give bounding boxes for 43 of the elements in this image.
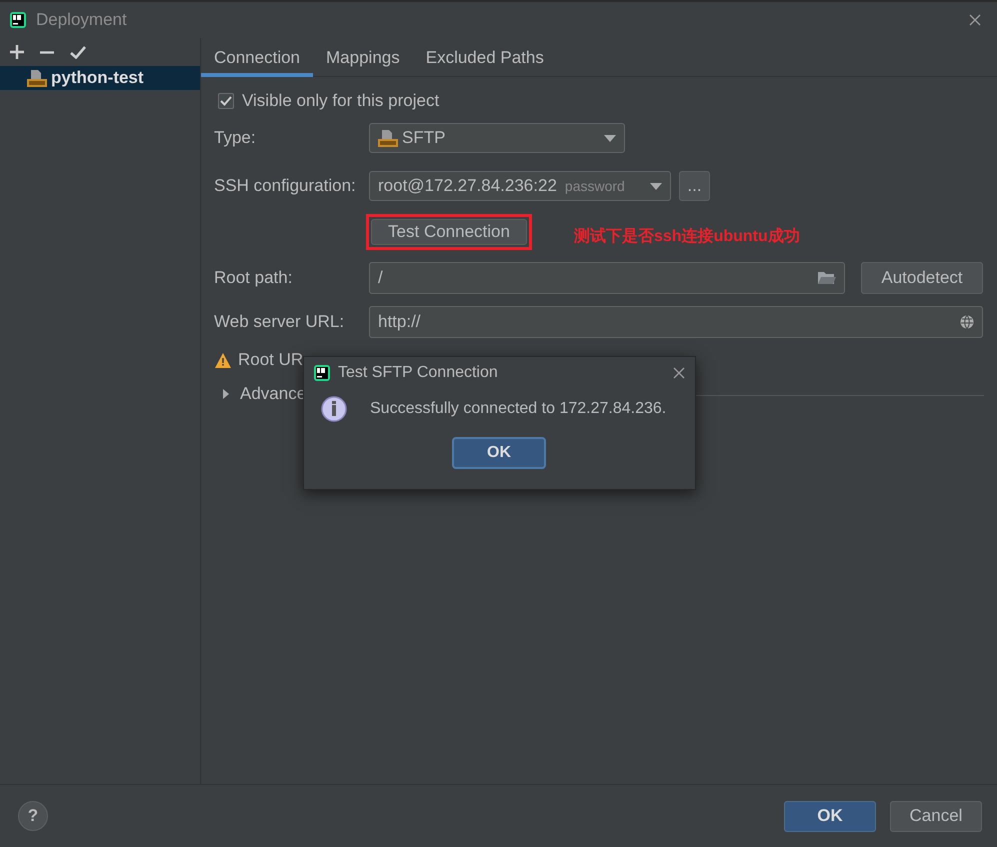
ok-button[interactable]: OK (452, 437, 546, 469)
tab[interactable]: Excluded Paths (412, 38, 557, 77)
browse-button[interactable]: ... (679, 171, 710, 201)
ssh-configuration-dropdown[interactable]: root@172.27.84.236:22 password (369, 171, 671, 201)
ok-button[interactable]: OK (784, 800, 876, 832)
field-label: Web server URL: (214, 312, 346, 332)
type-dropdown[interactable]: SFTP (369, 123, 625, 153)
checkbox-label: Visible only for this project (242, 91, 440, 111)
checkmark-icon[interactable] (70, 46, 86, 58)
autodetect-button[interactable]: Autodetect (861, 262, 983, 294)
field-label: SSH configuration: (214, 176, 357, 196)
web-server-url-field[interactable]: http:// (369, 306, 983, 338)
annotation-text: 测试下是否ssh连接ubuntu成功 (574, 226, 800, 246)
warning-text: Root UR (238, 350, 304, 370)
cancel-button[interactable]: Cancel (890, 800, 982, 832)
message-text: Successfully connected to 172.27.84.236. (370, 400, 666, 418)
remove-icon[interactable] (40, 50, 54, 54)
section-label[interactable]: Advance (240, 384, 306, 404)
app-logo-icon (10, 12, 26, 28)
tab[interactable]: Mappings (313, 38, 413, 77)
collapsed-arrow-icon[interactable] (222, 389, 230, 399)
app-logo-icon (314, 365, 330, 381)
test-connection-button[interactable]: Test Connection (371, 219, 527, 245)
field-label: Type: (214, 128, 257, 148)
folder-icon[interactable] (818, 271, 836, 285)
caret-icon (650, 182, 662, 190)
help-button[interactable]: ? (18, 801, 48, 831)
root-path-field[interactable]: / (369, 262, 845, 294)
field-label: Root path: (214, 268, 294, 288)
sftp-icon (27, 68, 47, 88)
checkbox[interactable] (218, 93, 234, 109)
server-list-item[interactable]: python-test (0, 66, 200, 90)
window-title: Deployment (36, 10, 128, 30)
add-icon[interactable] (10, 45, 24, 59)
close-icon[interactable] (969, 14, 981, 26)
dialog-title: Test SFTP Connection (338, 364, 499, 382)
info-icon (320, 395, 348, 423)
caret-icon (604, 134, 616, 142)
tab[interactable]: Connection (201, 38, 314, 77)
globe-icon (960, 315, 974, 329)
warning-icon (215, 352, 231, 368)
sftp-icon (378, 128, 398, 148)
close-icon[interactable] (673, 367, 685, 379)
